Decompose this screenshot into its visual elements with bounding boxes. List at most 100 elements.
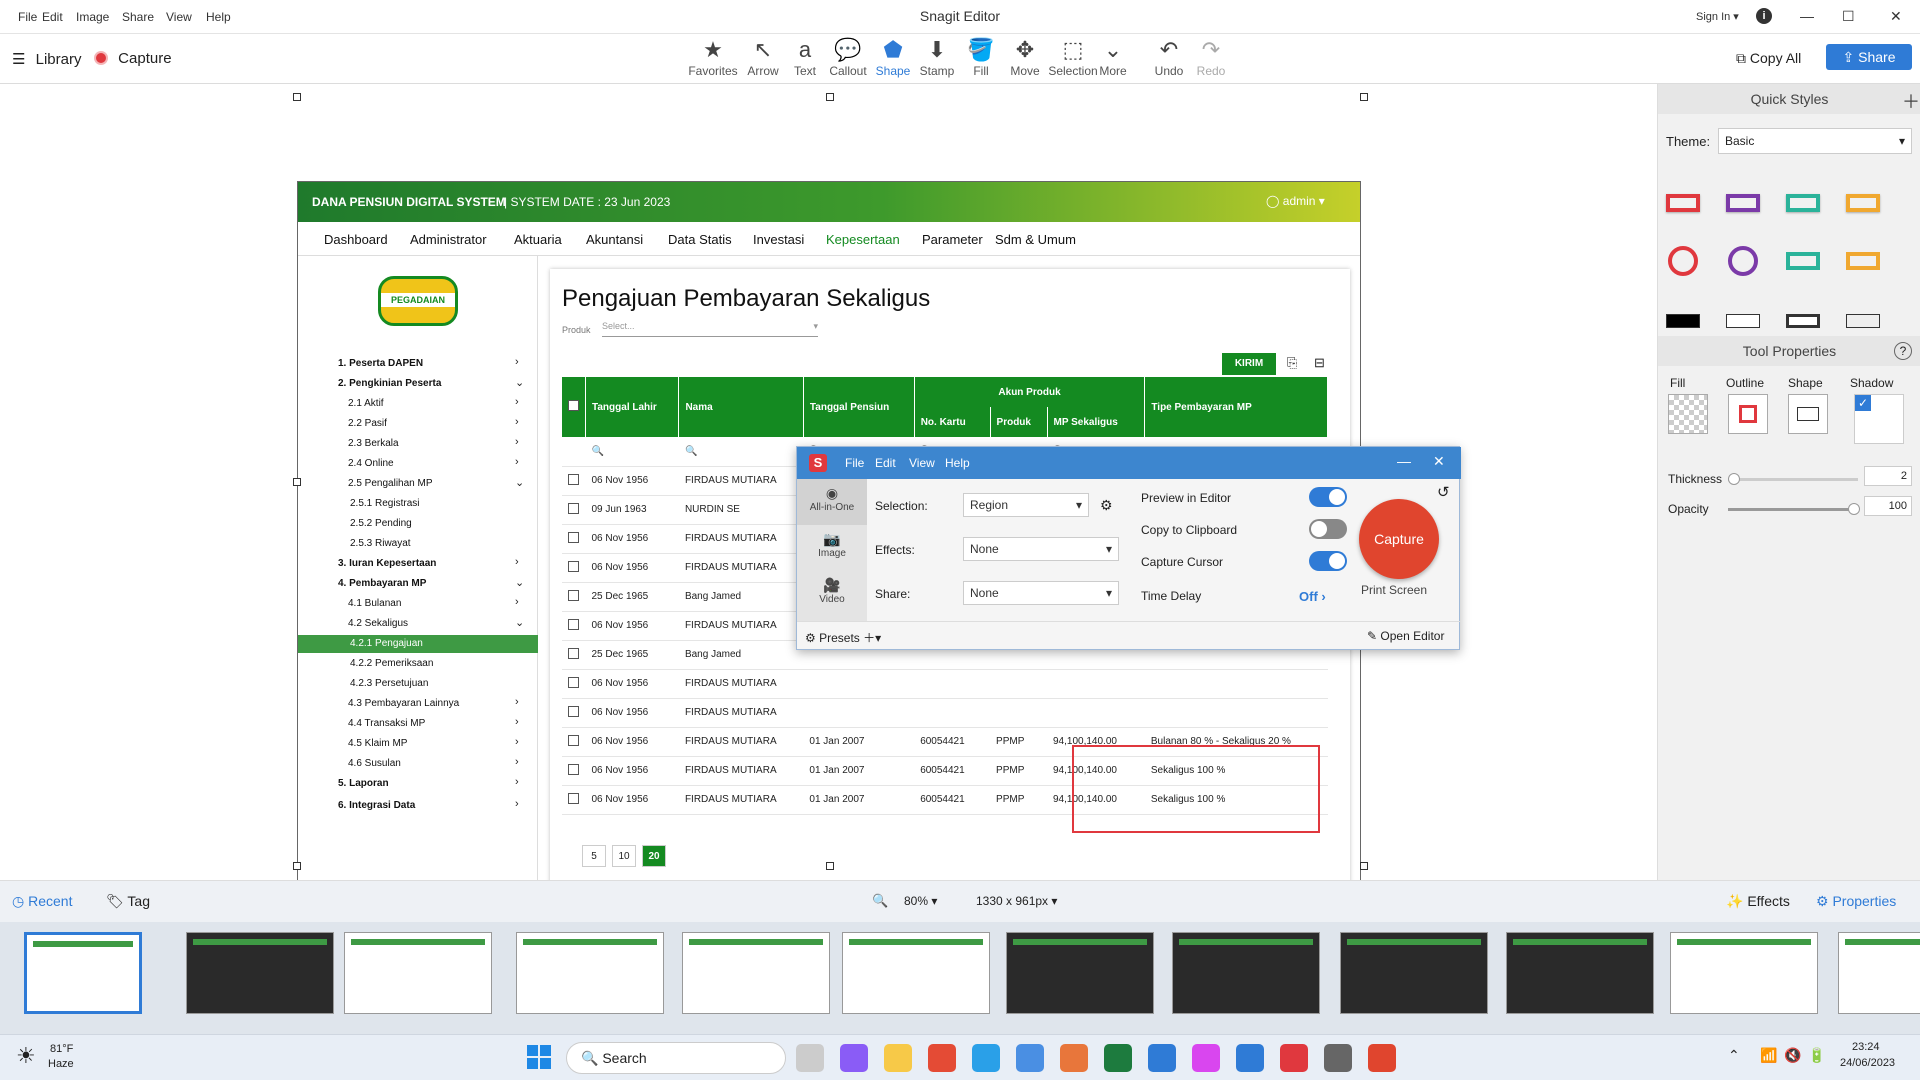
- user-menu[interactable]: ◯ admin ▾: [1266, 194, 1325, 208]
- shape-swatch[interactable]: [1788, 394, 1828, 434]
- resize-handle[interactable]: [293, 478, 301, 486]
- zoom-dropdown[interactable]: 80% ▾: [904, 894, 937, 908]
- capture-menu-view[interactable]: View: [909, 456, 935, 470]
- chevron-right-icon[interactable]: ›: [515, 756, 519, 768]
- row-checkbox[interactable]: [568, 647, 580, 659]
- capture-menu-edit[interactable]: Edit: [875, 456, 896, 470]
- windows-start-icon[interactable]: [527, 1045, 551, 1069]
- taskbar-search[interactable]: 🔍 Search: [566, 1042, 786, 1074]
- nav-akuntansi[interactable]: Akuntansi: [586, 232, 643, 247]
- recent-thumbnail[interactable]: [24, 932, 142, 1014]
- selection-dropdown[interactable]: Region ▾: [963, 493, 1089, 517]
- file-explorer-icon[interactable]: [884, 1044, 912, 1072]
- minimize-button[interactable]: —: [1800, 8, 1814, 24]
- add-style-icon[interactable]: ＋: [1902, 88, 1920, 114]
- row-checkbox[interactable]: [568, 734, 580, 746]
- chevron-right-icon[interactable]: ›: [515, 716, 519, 728]
- opacity-slider[interactable]: [1728, 503, 1860, 515]
- recent-thumbnail[interactable]: [344, 932, 492, 1014]
- menu-view[interactable]: View: [166, 10, 192, 24]
- option-toggle[interactable]: [1309, 551, 1347, 571]
- resize-handle[interactable]: [293, 93, 301, 101]
- capture-minimize-button[interactable]: —: [1397, 453, 1411, 469]
- mode-image[interactable]: 📷 Image: [797, 525, 867, 571]
- quick-style-rectangle[interactable]: [1786, 194, 1820, 212]
- quick-style-fill[interactable]: [1726, 314, 1760, 328]
- time-delay-toggle[interactable]: Off ›: [1299, 589, 1326, 604]
- chevron-right-icon[interactable]: ›: [515, 356, 519, 368]
- columns-icon[interactable]: ⊟: [1314, 355, 1325, 371]
- capture-button[interactable]: Capture: [1359, 499, 1439, 579]
- effects-dropdown[interactable]: None ▾: [963, 537, 1119, 561]
- chevron-right-icon[interactable]: ›: [515, 596, 519, 608]
- chevron-down-icon[interactable]: ⌄: [515, 376, 524, 389]
- column-header[interactable]: No. Kartu: [914, 407, 991, 437]
- resize-handle[interactable]: [293, 862, 301, 870]
- chevron-down-icon[interactable]: ⌄: [515, 576, 524, 589]
- chevron-right-icon[interactable]: ›: [515, 798, 519, 810]
- shadow-grid[interactable]: ✓: [1854, 394, 1904, 444]
- sidebar-item[interactable]: 5. Laporan: [338, 778, 389, 789]
- telegram-icon[interactable]: [972, 1044, 1000, 1072]
- properties-tab[interactable]: ⚙ Properties: [1816, 893, 1896, 910]
- sidebar-item[interactable]: 3. Iuran Kepesertaan: [338, 558, 436, 569]
- kirim-button[interactable]: KIRIM: [1222, 353, 1276, 375]
- row-checkbox[interactable]: [568, 560, 580, 572]
- notepad-icon[interactable]: [1148, 1044, 1176, 1072]
- option-toggle[interactable]: [1309, 487, 1347, 507]
- capture-menu-file[interactable]: File: [845, 456, 864, 470]
- app-icon[interactable]: [1016, 1044, 1044, 1072]
- menu-share[interactable]: Share: [122, 10, 154, 24]
- sidebar-item[interactable]: 2.3 Berkala: [348, 438, 399, 449]
- tool-fill[interactable]: 🪣 Fill: [956, 34, 1006, 84]
- volume-icon[interactable]: 🔇: [1784, 1047, 1801, 1064]
- sidebar-item[interactable]: 4.2.3 Persetujuan: [350, 678, 428, 689]
- column-header[interactable]: Tanggal Lahir: [585, 377, 680, 437]
- vscode-icon[interactable]: [1192, 1044, 1220, 1072]
- recent-tab[interactable]: ◷ Recent: [12, 893, 72, 910]
- sidebar-item[interactable]: 4.2.2 Pemeriksaan: [350, 658, 433, 669]
- row-checkbox[interactable]: [568, 676, 580, 688]
- row-checkbox[interactable]: [568, 763, 580, 775]
- share-button[interactable]: ⇪ Share: [1826, 44, 1912, 70]
- clipboard-icon[interactable]: [1280, 1044, 1308, 1072]
- open-editor-button[interactable]: ✎ Open Editor: [1367, 629, 1444, 643]
- quick-style-rectangle[interactable]: [1846, 194, 1880, 212]
- nav-dashboard[interactable]: Dashboard: [324, 232, 388, 247]
- excel-icon[interactable]: [1104, 1044, 1132, 1072]
- fill-swatch[interactable]: [1668, 394, 1708, 434]
- sidebar-item[interactable]: 2.5.1 Registrasi: [350, 498, 419, 509]
- quick-style-shape[interactable]: [1728, 246, 1758, 276]
- column-header[interactable]: MP Sekaligus: [1047, 407, 1146, 437]
- row-checkbox[interactable]: [568, 618, 580, 630]
- chevron-right-icon[interactable]: ›: [515, 736, 519, 748]
- nav-administrator[interactable]: Administrator: [410, 232, 487, 247]
- size-dropdown[interactable]: 1330 x 961px ▾: [976, 894, 1057, 908]
- recent-thumbnail[interactable]: [682, 932, 830, 1014]
- column-header[interactable]: Tanggal Pensiun: [803, 377, 915, 437]
- page-size-20[interactable]: 20: [642, 845, 666, 867]
- column-filter[interactable]: 🔍: [678, 437, 804, 467]
- sidebar-item[interactable]: 6. Integrasi Data: [338, 800, 415, 811]
- menu-help[interactable]: Help: [206, 10, 231, 24]
- chevron-right-icon[interactable]: ›: [515, 556, 519, 568]
- resize-handle[interactable]: [1360, 862, 1368, 870]
- task-view-icon[interactable]: [796, 1044, 824, 1072]
- recent-thumbnail[interactable]: [516, 932, 664, 1014]
- tool-stamp[interactable]: ⬇ Stamp: [912, 34, 962, 84]
- chevron-right-icon[interactable]: ›: [515, 776, 519, 788]
- chevron-right-icon[interactable]: ›: [515, 416, 519, 428]
- theme-dropdown[interactable]: Basic ▾: [1718, 128, 1912, 154]
- mode-all-in-one[interactable]: ◉ All-in-One: [797, 479, 867, 525]
- info-icon[interactable]: i: [1756, 8, 1772, 24]
- snagit-capture-icon[interactable]: [1368, 1044, 1396, 1072]
- row-checkbox[interactable]: [568, 502, 580, 514]
- option-toggle[interactable]: [1309, 519, 1347, 539]
- chevron-down-icon[interactable]: ⌄: [515, 616, 524, 629]
- close-button[interactable]: ✕: [1890, 8, 1902, 25]
- help-icon[interactable]: ?: [1894, 342, 1912, 360]
- thickness-input[interactable]: 2: [1864, 466, 1912, 486]
- row-checkbox[interactable]: [568, 705, 580, 717]
- quick-style-fill[interactable]: [1666, 314, 1700, 328]
- sidebar-item[interactable]: 2.2 Pasif: [348, 418, 387, 429]
